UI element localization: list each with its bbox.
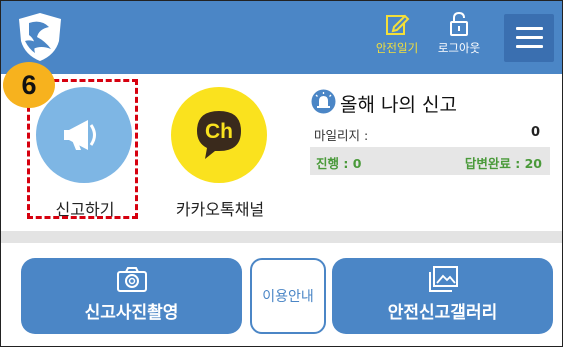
safety-report-gallery-button[interactable]: 안전신고갤러리 — [332, 258, 553, 334]
edit-note-icon — [386, 14, 410, 35]
safety-diary-button[interactable]: 안전일기 — [369, 11, 425, 56]
hamburger-menu-button[interactable] — [504, 14, 554, 62]
usage-guide-button[interactable]: 이용안내 — [250, 258, 326, 334]
report-button[interactable] — [36, 87, 132, 183]
kakao-channel-icon-text: Ch — [205, 120, 233, 143]
mileage-label: 마일리지 : — [314, 128, 369, 143]
camera-icon — [116, 267, 147, 292]
kakao-channel-label: 카카오톡채널 — [175, 200, 265, 219]
gallery-icon — [428, 266, 458, 292]
safety-report-gallery-label: 안전신고갤러리 — [387, 303, 498, 323]
in-progress-count[interactable]: 진행 : 0 — [316, 153, 361, 172]
menu-line — [516, 45, 543, 48]
step-number-badge: 6 — [3, 62, 55, 108]
report-status-bar: 진행 : 0 답변완료 : 20 — [310, 147, 550, 175]
report-label: 신고하기 — [55, 200, 115, 219]
kakao-channel-button[interactable]: Ch — [171, 87, 267, 183]
report-photo-capture-button[interactable]: 신고사진촬영 — [21, 258, 242, 334]
menu-line — [516, 27, 543, 30]
report-photo-capture-label: 신고사진촬영 — [84, 303, 179, 323]
shield-logo-icon[interactable] — [15, 11, 65, 63]
mileage-value: 0 — [530, 125, 540, 140]
answered-count[interactable]: 답변완료 : 20 — [465, 153, 542, 172]
yearly-report-title: 올해 나의 신고 — [340, 94, 457, 116]
logout-label: 로그아웃 — [437, 41, 481, 55]
section-divider — [1, 231, 562, 243]
app-header: 안전일기 로그아웃 — [1, 1, 562, 74]
logout-button[interactable]: 로그아웃 — [431, 11, 487, 56]
alarm-light-icon — [311, 89, 336, 114]
unlock-icon — [450, 11, 468, 36]
safety-diary-label: 안전일기 — [375, 41, 419, 55]
megaphone-icon — [64, 120, 96, 150]
menu-line — [516, 36, 543, 39]
usage-guide-label: 이용안내 — [262, 289, 314, 305]
